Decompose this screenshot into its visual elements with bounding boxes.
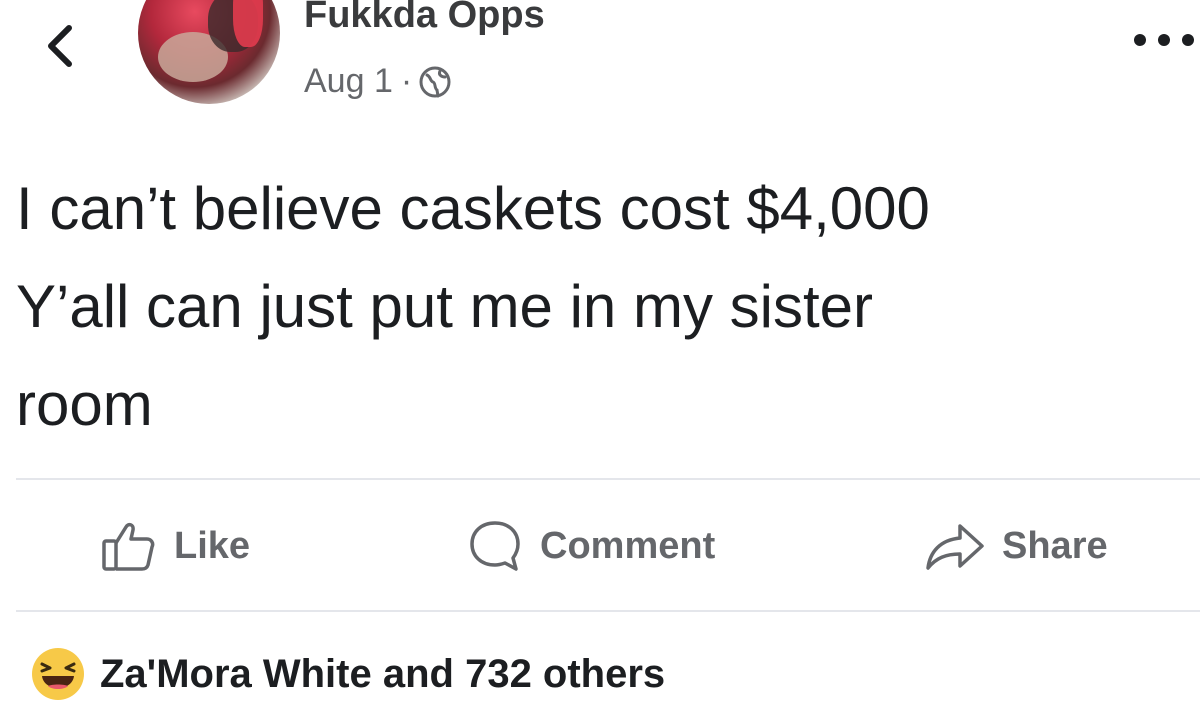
post-text: I can’t believe caskets cost $4,000 Y’al… [16, 160, 1196, 454]
post-date[interactable]: Aug 1 [304, 62, 393, 101]
thumbs-up-icon [100, 517, 158, 575]
share-arrow-icon [924, 520, 986, 572]
back-button[interactable] [36, 18, 84, 74]
globe-icon [418, 65, 452, 99]
share-button[interactable]: Share [924, 508, 1108, 584]
laughing-emoji-icon [30, 646, 86, 702]
post-text-line: I can’t believe caskets cost $4,000 [16, 175, 930, 242]
reactions-summary[interactable]: Za'Mora White and 732 others [30, 646, 665, 702]
more-dot-icon [1182, 34, 1194, 46]
avatar[interactable] [138, 0, 280, 104]
more-options-button[interactable] [1134, 26, 1194, 54]
more-dot-icon [1134, 34, 1146, 46]
like-label: Like [174, 524, 251, 567]
comment-label: Comment [540, 524, 716, 567]
facebook-post: Fukkda Opps Aug 1 · I can’t believe cask… [0, 0, 1200, 728]
post-text-line: room [16, 371, 153, 438]
reactions-text: Za'Mora White and 732 others [100, 651, 666, 696]
divider [16, 478, 1200, 480]
like-button[interactable]: Like [100, 508, 250, 584]
comment-bubble-icon [466, 517, 524, 575]
chevron-left-icon [48, 25, 72, 67]
post-meta: Aug 1 · [304, 62, 452, 101]
share-label: Share [1002, 524, 1108, 567]
more-dot-icon [1158, 34, 1170, 46]
comment-button[interactable]: Comment [466, 508, 715, 584]
meta-separator: · [400, 62, 413, 100]
post-text-line: Y’all can just put me in my sister [16, 273, 873, 340]
divider [16, 610, 1200, 612]
author-name[interactable]: Fukkda Opps [304, 0, 545, 37]
